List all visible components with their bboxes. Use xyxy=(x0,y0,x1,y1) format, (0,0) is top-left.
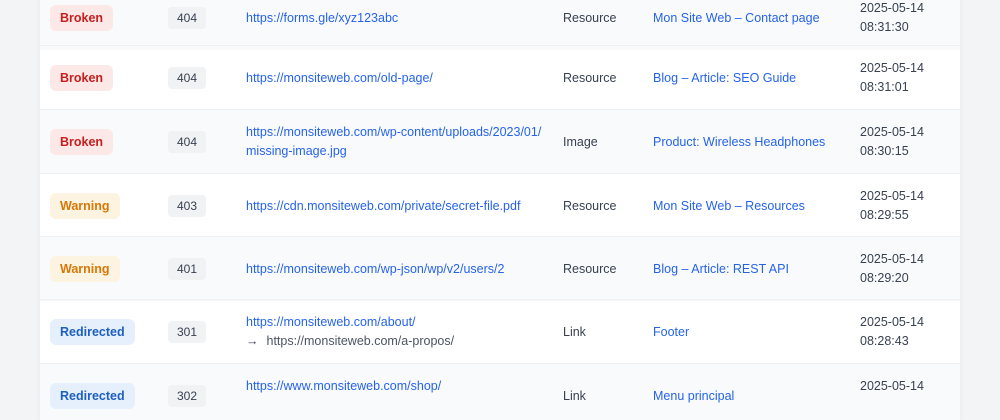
link-url-line: missing-image.jpg xyxy=(246,144,347,158)
checked-timestamp: 2025-05-14 08:29:20 xyxy=(860,250,950,288)
link-url[interactable]: https://forms.gle/xyz123abc xyxy=(246,9,546,28)
checked-time: 08:31:01 xyxy=(860,80,909,94)
status-badge: Redirected xyxy=(50,383,135,409)
checked-timestamp: 2025-05-14 08:29:55 xyxy=(860,187,950,225)
redirect-target-url: https://monsiteweb.com/a-propos/ xyxy=(266,334,455,348)
link-url[interactable]: https://www.monsiteweb.com/shop/ xyxy=(246,377,546,396)
source-page-link[interactable]: Menu principal xyxy=(653,387,853,406)
link-type: Resource xyxy=(563,262,617,276)
source-page-link[interactable]: Blog – Article: SEO Guide xyxy=(653,69,853,88)
checked-time: 08:29:20 xyxy=(860,271,909,285)
checked-timestamp: 2025-05-14 08:30:15 xyxy=(860,123,950,161)
checked-date: 2025-05-14 xyxy=(860,252,924,266)
table-row: Redirected 302 https://www.monsiteweb.co… xyxy=(40,363,960,420)
link-url[interactable]: https://monsiteweb.com/about/ xyxy=(246,313,546,332)
source-page-link[interactable]: Blog – Article: REST API xyxy=(653,260,853,279)
link-url-line: https://monsiteweb.com/old-page/ xyxy=(246,71,433,85)
http-status-code: 302 xyxy=(168,385,206,407)
redirect-destination: → https://monsiteweb.com/a-propos/ xyxy=(246,332,546,351)
table-row: Broken 404 https://monsiteweb.com/old-pa… xyxy=(40,45,960,110)
http-status-code: 404 xyxy=(168,131,206,153)
checked-time: 08:29:55 xyxy=(860,208,909,222)
source-page-link[interactable]: Mon Site Web – Resources xyxy=(653,197,853,216)
link-type: Link xyxy=(563,389,586,403)
source-page-link[interactable]: Footer xyxy=(653,323,853,342)
checked-date: 2025-05-14 xyxy=(860,125,924,139)
status-badge: Broken xyxy=(50,5,114,31)
checked-timestamp: 2025-05-14 xyxy=(860,377,950,396)
link-url-line: https://monsiteweb.com/about/ xyxy=(246,315,416,329)
status-badge: Broken xyxy=(50,65,114,91)
link-type: Image xyxy=(563,135,598,149)
checked-time: 08:30:15 xyxy=(860,144,909,158)
checked-timestamp: 2025-05-14 08:31:01 xyxy=(860,59,950,97)
http-status-code: 404 xyxy=(168,67,206,89)
link-url-line: https://forms.gle/xyz123abc xyxy=(246,11,399,25)
link-url[interactable]: https://monsiteweb.com/wp-content/upload… xyxy=(246,123,546,161)
checked-timestamp: 2025-05-14 08:28:43 xyxy=(860,313,950,351)
status-badge: Broken xyxy=(50,129,114,155)
broken-links-table: Broken 404 https://forms.gle/xyz123abc R… xyxy=(40,0,960,420)
link-type: Resource xyxy=(563,71,617,85)
source-page-link[interactable]: Product: Wireless Headphones xyxy=(653,133,853,152)
link-type: Resource xyxy=(563,199,617,213)
table-row: Warning 401 https://monsiteweb.com/wp-js… xyxy=(40,236,960,301)
http-status-code: 403 xyxy=(168,195,206,217)
status-badge: Warning xyxy=(50,193,120,219)
status-badge: Warning xyxy=(50,256,120,282)
table-row: Broken 404 https://monsiteweb.com/wp-con… xyxy=(40,109,960,174)
table-row: Redirected 301 https://monsiteweb.com/ab… xyxy=(40,299,960,364)
checked-date: 2025-05-14 xyxy=(860,315,924,329)
http-status-code: 301 xyxy=(168,321,206,343)
table-row: Broken 404 https://forms.gle/xyz123abc R… xyxy=(40,0,960,50)
link-url-line: https://monsiteweb.com/wp-json/wp/v2/use… xyxy=(246,262,505,276)
link-url[interactable]: https://cdn.monsiteweb.com/private/secre… xyxy=(246,197,546,216)
checked-date: 2025-05-14 xyxy=(860,61,924,75)
arrow-right-icon: → xyxy=(246,334,259,348)
checked-time: 08:31:30 xyxy=(860,20,909,34)
link-type: Link xyxy=(563,325,586,339)
link-url-line: https://www.monsiteweb.com/shop/ xyxy=(246,379,442,393)
source-page-link[interactable]: Mon Site Web – Contact page xyxy=(653,9,853,28)
checked-date: 2025-05-14 xyxy=(860,189,924,203)
checked-timestamp: 2025-05-14 08:31:30 xyxy=(860,0,950,37)
table-row: Warning 403 https://cdn.monsiteweb.com/p… xyxy=(40,173,960,238)
link-url[interactable]: https://monsiteweb.com/old-page/ xyxy=(246,69,546,88)
checked-date: 2025-05-14 xyxy=(860,379,924,393)
link-url[interactable]: https://monsiteweb.com/wp-json/wp/v2/use… xyxy=(246,260,546,279)
link-type: Resource xyxy=(563,11,617,25)
status-badge: Redirected xyxy=(50,319,135,345)
checked-time: 08:28:43 xyxy=(860,334,909,348)
checked-date: 2025-05-14 xyxy=(860,1,924,15)
http-status-code: 401 xyxy=(168,258,206,280)
http-status-code: 404 xyxy=(168,7,206,29)
link-url-line: https://cdn.monsiteweb.com/private/secre… xyxy=(246,199,521,213)
link-url-line: https://monsiteweb.com/wp-content/upload… xyxy=(246,125,542,139)
